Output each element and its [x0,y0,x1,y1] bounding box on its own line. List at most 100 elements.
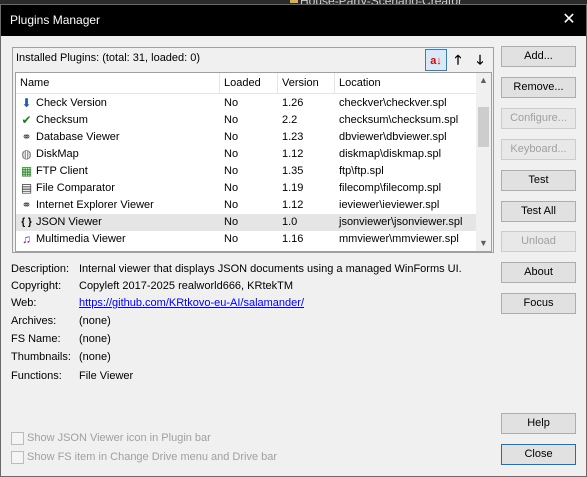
plugin-location: dbviewer\dbviewer.spl [339,131,447,143]
show-fs-checkbox-label: Show FS item in Change Drive menu and Dr… [27,451,278,463]
close-window-icon[interactable]: ✕ [557,9,581,31]
checksum-icon: ✔ [21,113,32,127]
table-row[interactable]: ♫ Multimedia Viewer No 1.16 mmviewer\mmviewe… [16,231,476,248]
plugin-loaded: No [224,233,239,245]
plugin-name: DiskMap [36,148,79,160]
plugin-name: Database Viewer [36,131,120,143]
remove-button[interactable]: Remove... [501,77,576,98]
scroll-down-icon[interactable]: ▼ [476,236,491,251]
close-button[interactable]: Close [501,444,576,465]
table-row[interactable]: ◍ DiskMap No 1.12 diskmap\diskmap.spl [16,146,476,163]
keyboard-button[interactable]: Keyboard... [501,139,576,160]
plugin-name: Checksum [36,114,88,126]
installed-plugins-label: Installed Plugins: (total: 31, loaded: 0… [16,52,201,64]
show-fs-checkbox-box[interactable] [11,451,24,464]
plugin-location: ieviewer\ieviewer.spl [339,199,440,211]
ie-viewer-icon: ⚭ [21,198,32,212]
plugin-location: checksum\checksum.spl [339,114,459,126]
plugin-loaded: No [224,114,239,126]
configure-button[interactable]: Configure... [501,108,576,129]
column-header-loaded[interactable]: Loaded [220,73,278,93]
plugin-version: 1.12 [282,199,304,211]
plugin-loaded: No [224,165,239,177]
add-button[interactable]: Add... [501,46,576,67]
show-icon-checkbox-label: Show JSON Viewer icon in Plugin bar [27,432,211,444]
column-header-version[interactable]: Version [278,73,335,93]
copyright-label: Copyright: [11,280,62,292]
column-header-name[interactable]: Name [16,73,220,93]
plugin-version: 1.23 [282,131,304,143]
list-scrollbar[interactable]: ▲ ▼ [476,73,491,251]
plugin-loaded: No [224,148,239,160]
table-row[interactable]: ✔ Checksum No 2.2 checksum\checksum.spl [16,112,476,129]
plugin-version: 1.26 [282,97,304,109]
help-button[interactable]: Help [501,413,576,434]
plugin-version: 2.2 [282,114,298,126]
web-link[interactable]: https://github.com/KRtkovo-eu-AI/salaman… [79,297,304,309]
plugin-name: FTP Client [36,165,88,177]
plugin-location: filecomp\filecomp.spl [339,182,442,194]
plugin-name: Internet Explorer Viewer [36,199,154,211]
json-viewer-icon: { } [21,217,32,228]
plugin-name: File Comparator [36,182,115,194]
window-title: Plugins Manager [10,13,101,27]
plugin-version: 1.19 [282,182,304,194]
table-row[interactable]: ⚭ Database Viewer No 1.23 dbviewer\dbviewer.… [16,129,476,146]
show-icon-checkbox-box[interactable] [11,432,24,445]
column-header-location[interactable]: Location [335,73,476,93]
plugin-name: JSON Viewer [36,216,102,228]
description-label: Description: [11,263,70,275]
plugin-name: Check Version [36,97,107,109]
about-button[interactable]: About [501,262,576,283]
copyright-value: Copyleft 2017-2025 realworld666, KRtekTM [79,280,294,292]
file-comparator-icon: ▤ [20,181,33,195]
plugin-loaded: No [224,97,239,109]
description-value: Internal viewer that displays JSON docum… [79,263,462,275]
fsname-value: (none) [79,333,111,345]
diskmap-icon: ◍ [21,147,32,161]
focus-button[interactable]: Focus [501,293,576,314]
functions-value: File Viewer [79,370,134,382]
test-button[interactable]: Test [501,170,576,191]
table-row[interactable]: ⚭ Internet Explorer Viewer No 1.12 ieviewer\… [16,197,476,214]
fsname-label: FS Name: [11,333,61,345]
plugin-loaded: No [224,182,239,194]
move-up-icon[interactable]: 🡑 [447,49,469,71]
ftp-client-icon: ▦ [20,164,33,178]
plugin-version: 1.0 [282,216,298,228]
thumbnails-label: Thumbnails: [11,351,71,363]
functions-label: Functions: [11,370,62,382]
plugin-location: mmviewer\mmviewer.spl [339,233,459,245]
table-row[interactable]: ▦ FTP Client No 1.35 ftp\ftp.spl [16,163,476,180]
table-row[interactable]: { } JSON Viewer No 1.0 jsonviewer\jsonviewer… [16,214,476,231]
plugin-loaded: No [224,131,239,143]
installed-plugins-panel: Installed Plugins: (total: 31, loaded: 0… [12,47,494,253]
plugin-name: Multimedia Viewer [36,233,126,245]
folder-icon [290,0,298,3]
check-version-icon: ⬇ [21,96,32,110]
plugin-loaded: No [224,216,239,228]
thumbnails-value: (none) [79,351,111,363]
test-all-button[interactable]: Test All [501,201,576,222]
plugin-version: 1.16 [282,233,304,245]
list-header: Name Loaded Version Location [16,73,476,94]
sort-icon[interactable]: a↓ [425,49,447,71]
plugin-location: jsonviewer\jsonviewer.spl [339,216,463,228]
scroll-thumb[interactable] [478,107,489,147]
web-label: Web: [11,297,37,309]
plugin-loaded: No [224,199,239,211]
scroll-up-icon[interactable]: ▲ [476,73,491,88]
plugins-rows: ⬇ Check Version No 1.26 checkver\checkver.sp… [16,95,476,248]
move-down-icon[interactable]: 🡓 [469,49,491,71]
plugins-manager-dialog: Plugins Manager ✕ Installed Plugins: (to… [0,4,587,477]
plugin-version: 1.35 [282,165,304,177]
table-row[interactable]: ▤ File Comparator No 1.19 filecomp\filecomp.… [16,180,476,197]
multimedia-viewer-icon: ♫ [22,232,31,246]
plugins-list[interactable]: Name Loaded Version Location ⬇ Check Vers… [15,72,492,252]
plugin-location: diskmap\diskmap.spl [339,148,442,160]
table-row[interactable]: ⬇ Check Version No 1.26 checkver\checkver.sp… [16,95,476,112]
archives-value: (none) [79,315,111,327]
title-bar: Plugins Manager ✕ [1,5,586,36]
unload-button[interactable]: Unload [501,231,576,252]
plugin-location: checkver\checkver.spl [339,97,447,109]
